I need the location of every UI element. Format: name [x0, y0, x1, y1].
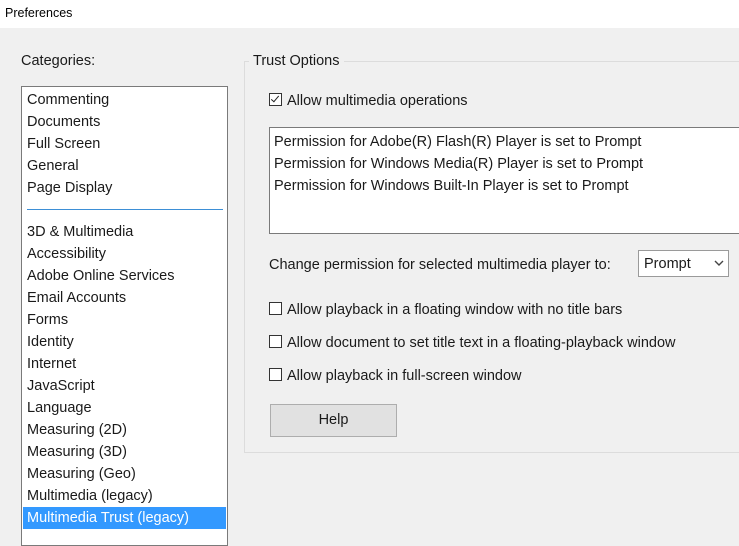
checkbox-unchecked-icon[interactable]	[269, 302, 282, 315]
set-title-text-label: Allow document to set title text in a fl…	[287, 335, 676, 351]
category-item-multimedia-legacy[interactable]: Multimedia (legacy)	[23, 485, 226, 507]
help-button[interactable]: Help	[270, 404, 397, 437]
categories-label: Categories:	[21, 53, 96, 69]
category-item-email-accounts[interactable]: Email Accounts	[23, 287, 226, 309]
checkbox-checked-icon[interactable]	[269, 93, 282, 106]
full-screen-playback-checkbox[interactable]: Allow playback in full-screen window	[269, 367, 522, 385]
category-item-internet[interactable]: Internet	[23, 353, 226, 375]
allow-multimedia-label: Allow multimedia operations	[287, 93, 468, 109]
category-separator	[27, 209, 223, 210]
categories-list[interactable]: Commenting Documents Full Screen General…	[21, 86, 228, 546]
title-bar: Preferences	[0, 0, 739, 28]
permission-item-flash[interactable]: Permission for Adobe(R) Flash(R) Player …	[274, 131, 641, 153]
category-item-commenting[interactable]: Commenting	[23, 89, 226, 111]
category-item-measuring-geo[interactable]: Measuring (Geo)	[23, 463, 226, 485]
permission-select-value: Prompt	[644, 256, 691, 272]
permission-item-windows-media[interactable]: Permission for Windows Media(R) Player i…	[274, 153, 643, 175]
category-item-full-screen[interactable]: Full Screen	[23, 133, 226, 155]
category-item-multimedia-trust-legacy[interactable]: Multimedia Trust (legacy)	[23, 507, 226, 529]
change-permission-label: Change permission for selected multimedi…	[269, 257, 611, 273]
category-item-measuring-2d[interactable]: Measuring (2D)	[23, 419, 226, 441]
allow-multimedia-checkbox[interactable]: Allow multimedia operations	[269, 92, 468, 110]
category-item-javascript[interactable]: JavaScript	[23, 375, 226, 397]
permission-item-windows-built-in[interactable]: Permission for Windows Built-In Player i…	[274, 175, 629, 197]
trust-options-title: Trust Options	[249, 53, 344, 69]
floating-window-no-title-label: Allow playback in a floating window with…	[287, 302, 623, 318]
set-title-text-checkbox[interactable]: Allow document to set title text in a fl…	[269, 334, 675, 352]
category-item-accessibility[interactable]: Accessibility	[23, 243, 226, 265]
category-item-measuring-3d[interactable]: Measuring (3D)	[23, 441, 226, 463]
window-title: Preferences	[5, 6, 73, 20]
floating-window-no-title-checkbox[interactable]: Allow playback in a floating window with…	[269, 301, 622, 319]
chevron-down-icon	[714, 260, 724, 266]
full-screen-playback-label: Allow playback in full-screen window	[287, 368, 522, 384]
category-item-documents[interactable]: Documents	[23, 111, 226, 133]
checkbox-unchecked-icon[interactable]	[269, 335, 282, 348]
category-item-identity[interactable]: Identity	[23, 331, 226, 353]
category-item-3d-multimedia[interactable]: 3D & Multimedia	[23, 221, 226, 243]
category-item-page-display[interactable]: Page Display	[23, 177, 226, 199]
permissions-list[interactable]: Permission for Adobe(R) Flash(R) Player …	[269, 127, 739, 234]
category-item-language[interactable]: Language	[23, 397, 226, 419]
permission-select[interactable]: Prompt	[638, 250, 729, 277]
checkbox-unchecked-icon[interactable]	[269, 368, 282, 381]
category-item-general[interactable]: General	[23, 155, 226, 177]
category-item-adobe-online-services[interactable]: Adobe Online Services	[23, 265, 226, 287]
category-item-forms[interactable]: Forms	[23, 309, 226, 331]
